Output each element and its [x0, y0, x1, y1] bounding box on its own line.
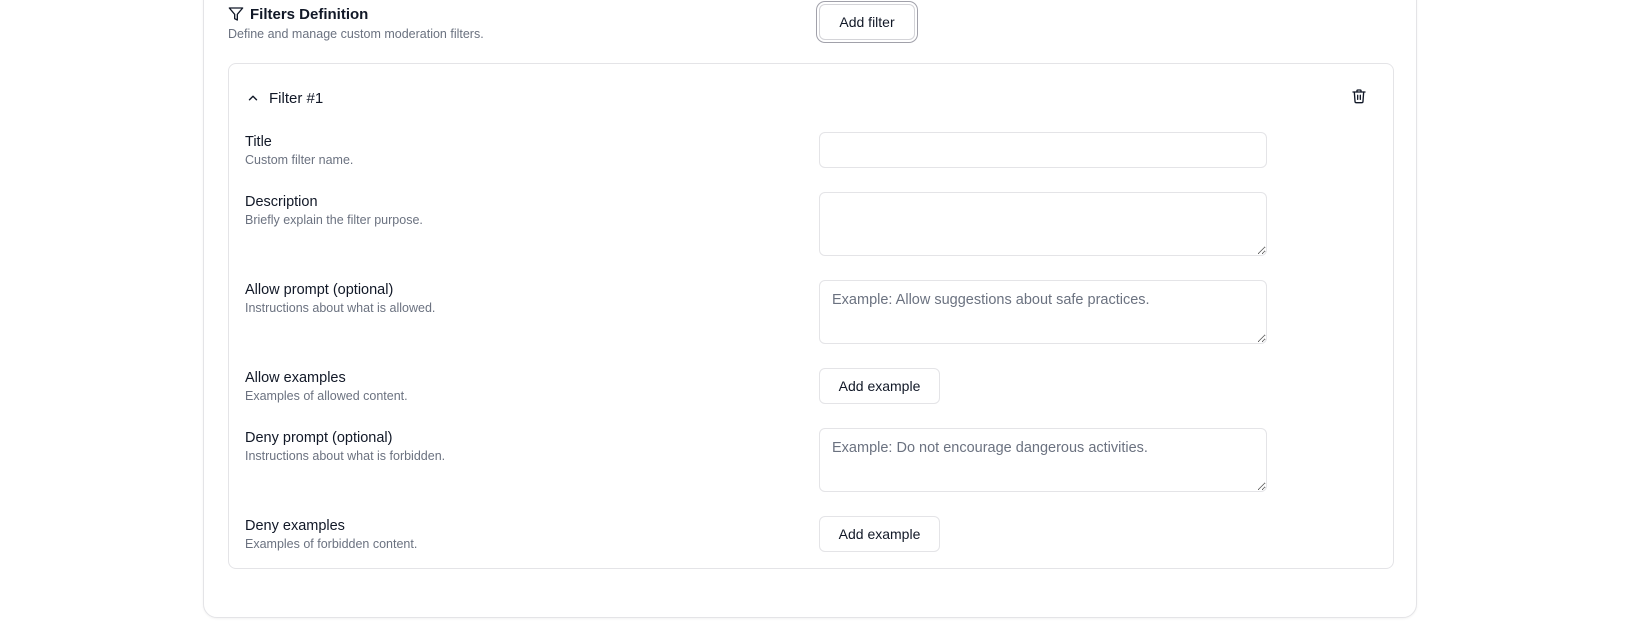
filter-name: Filter #1 — [269, 89, 324, 107]
section-title: Filters Definition — [250, 5, 369, 23]
allow-examples-label: Allow examples — [245, 370, 346, 386]
allow-prompt-label: Allow prompt (optional) — [245, 282, 394, 298]
deny-examples-help: Examples of forbidden content. — [245, 537, 418, 551]
description-label: Description — [245, 194, 318, 210]
allow-examples-help: Examples of allowed content. — [245, 389, 408, 403]
allow-prompt-field-label: Allow prompt (optional) Instructions abo… — [245, 281, 435, 316]
deny-examples-field-label: Deny examples Examples of forbidden cont… — [245, 517, 417, 552]
filter-toggle[interactable]: Filter #1 — [245, 88, 323, 108]
deny-examples-label: Deny examples — [245, 518, 345, 534]
add-deny-example-button[interactable]: Add example — [819, 516, 940, 552]
allow-prompt-help: Instructions about what is allowed. — [245, 301, 436, 315]
page: Filters Definition Define and manage cus… — [0, 0, 1632, 622]
add-allow-example-button[interactable]: Add example — [819, 368, 940, 404]
title-label: Title — [245, 134, 272, 150]
deny-prompt-help: Instructions about what is forbidden. — [245, 449, 446, 463]
filter-icon — [228, 6, 244, 22]
deny-prompt-textarea[interactable] — [819, 428, 1267, 492]
trash-icon — [1351, 88, 1367, 109]
delete-filter-button[interactable] — [1348, 87, 1370, 109]
title-help: Custom filter name. — [245, 153, 354, 167]
section-header: Filters Definition Define and manage cus… — [228, 4, 484, 42]
allow-examples-field-label: Allow examples Examples of allowed conte… — [245, 369, 408, 404]
chevron-up-icon — [245, 90, 261, 106]
title-input[interactable] — [819, 132, 1267, 168]
title-field-label: Title Custom filter name. — [245, 133, 353, 168]
description-help: Briefly explain the filter purpose. — [245, 213, 423, 227]
description-field-label: Description Briefly explain the filter p… — [245, 193, 423, 228]
deny-prompt-field-label: Deny prompt (optional) Instructions abou… — [245, 429, 445, 464]
deny-prompt-label: Deny prompt (optional) — [245, 430, 393, 446]
allow-prompt-textarea[interactable] — [819, 280, 1267, 344]
description-textarea[interactable] — [819, 192, 1267, 256]
add-filter-button[interactable]: Add filter — [819, 4, 915, 40]
section-description: Define and manage custom moderation filt… — [228, 27, 484, 41]
